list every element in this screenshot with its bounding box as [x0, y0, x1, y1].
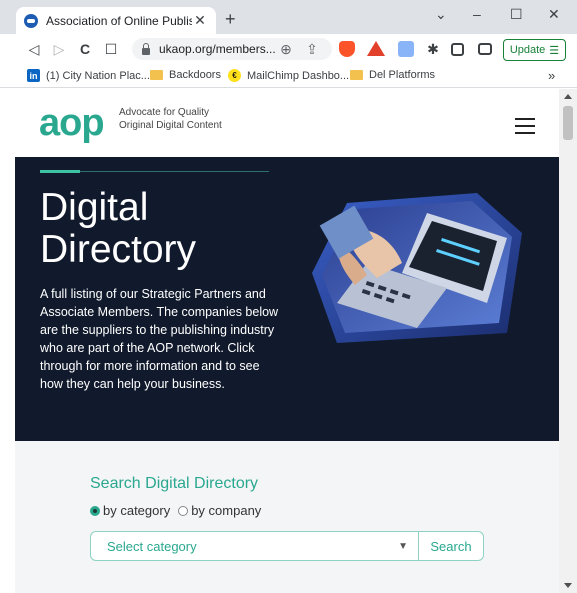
wallet-icon[interactable]	[478, 43, 492, 55]
minimize-button[interactable]: –	[473, 6, 481, 22]
forward-icon[interactable]: ▷	[51, 41, 67, 57]
bookmark-label: Backdoors	[169, 69, 221, 81]
close-window-button[interactable]: ✕	[548, 6, 560, 23]
lock-icon	[142, 42, 150, 55]
by-category-label[interactable]: by category	[103, 503, 170, 518]
tab-strip: Association of Online Publishers ✕ + ⌄ –…	[0, 0, 577, 34]
bookmark-label: (1) City Nation Plac...	[46, 69, 150, 82]
aop-favicon-icon	[24, 13, 38, 28]
maximize-button[interactable]: ☐	[510, 6, 523, 23]
search-button[interactable]: Search	[418, 531, 484, 561]
close-tab-icon[interactable]: ✕	[192, 12, 208, 29]
site-tagline: Advocate for Quality Original Digital Co…	[119, 106, 222, 132]
hamburger-menu-icon[interactable]	[515, 118, 535, 134]
hero-section: Digital Directory A full listing of our …	[15, 157, 559, 441]
mailchimp-icon: €	[228, 69, 241, 82]
category-select-value: Select category	[107, 538, 197, 554]
update-label: Update	[509, 44, 546, 56]
bookmark-icon[interactable]: ☐	[103, 41, 119, 57]
extension-icon[interactable]	[398, 41, 414, 57]
bookmark-label: Del Platforms	[369, 69, 436, 81]
tagline-line-2: Original Digital Content	[119, 120, 222, 131]
title-line-2: Directory	[40, 228, 197, 271]
search-mode-radio-group: by category by company	[90, 503, 269, 518]
tab-search-icon[interactable]: ⌄	[435, 6, 447, 23]
hero-description: A full listing of our Strategic Partners…	[40, 287, 279, 391]
page-title: Digital Directory	[40, 187, 300, 271]
chevron-down-icon: ▼	[398, 541, 408, 552]
scroll-thumb[interactable]	[563, 106, 573, 140]
address-bar[interactable]: ukaop.org/members...	[132, 38, 332, 60]
bookmark-item-mailchimp[interactable]: € MailChimp Dashbo...	[228, 69, 349, 82]
bookmarks-overflow-icon[interactable]: »	[548, 68, 555, 83]
category-select[interactable]: Select category ▼	[90, 531, 419, 561]
bookmarks-bar: in (1) City Nation Plac... Backdoors € M…	[0, 64, 577, 88]
directory-search-section: Search Digital Directory by category by …	[15, 441, 559, 593]
tab-title: Association of Online Publishers	[46, 13, 192, 28]
url-text[interactable]: ukaop.org/members...	[159, 42, 276, 56]
scroll-down-arrow-icon[interactable]	[564, 583, 572, 588]
by-company-label[interactable]: by company	[191, 503, 261, 518]
bookmark-item-backdoors[interactable]: Backdoors	[150, 69, 221, 81]
sidebar-icon[interactable]	[451, 43, 464, 56]
browser-tab[interactable]: Association of Online Publishers ✕	[16, 7, 216, 34]
aop-logo[interactable]: aop	[39, 103, 105, 143]
by-company-radio[interactable]	[178, 505, 189, 516]
brave-rewards-icon[interactable]	[367, 41, 385, 56]
page-viewport: aop Advocate for Quality Original Digita…	[15, 89, 559, 593]
reload-icon[interactable]: C	[77, 41, 93, 57]
back-icon[interactable]: ◁	[26, 41, 42, 57]
bookmark-label: MailChimp Dashbo...	[247, 69, 350, 82]
puzzle-icon[interactable]: ✱	[425, 41, 441, 57]
by-category-radio[interactable]	[90, 505, 100, 516]
folder-icon	[350, 70, 363, 80]
new-tab-button[interactable]: +	[225, 9, 236, 30]
scroll-up-arrow-icon[interactable]	[564, 94, 572, 99]
tagline-line-1: Advocate for Quality	[119, 107, 210, 118]
zoom-icon[interactable]: ⊕	[278, 41, 294, 57]
browser-toolbar: ◁ ▷ C ☐ ukaop.org/members... ⊕ ⇪ ✱ Updat…	[0, 34, 577, 64]
folder-icon	[150, 70, 163, 80]
page-scrollbar[interactable]	[559, 89, 577, 593]
menu-icon: ☰	[549, 44, 560, 57]
laptop-hero-image	[312, 193, 522, 343]
bookmark-item-city-nation[interactable]: in (1) City Nation Plac...	[27, 69, 150, 82]
bookmark-item-del-platforms[interactable]: Del Platforms	[350, 69, 435, 81]
hero-divider-accent	[40, 170, 80, 173]
brave-shield-icon[interactable]	[339, 41, 355, 57]
site-header: aop Advocate for Quality Original Digita…	[15, 89, 559, 157]
share-icon[interactable]: ⇪	[304, 41, 320, 57]
search-title: Search Digital Directory	[90, 475, 259, 492]
title-line-1: Digital	[40, 186, 149, 229]
linkedin-icon: in	[27, 69, 40, 82]
update-button[interactable]: Update ☰	[503, 39, 566, 61]
